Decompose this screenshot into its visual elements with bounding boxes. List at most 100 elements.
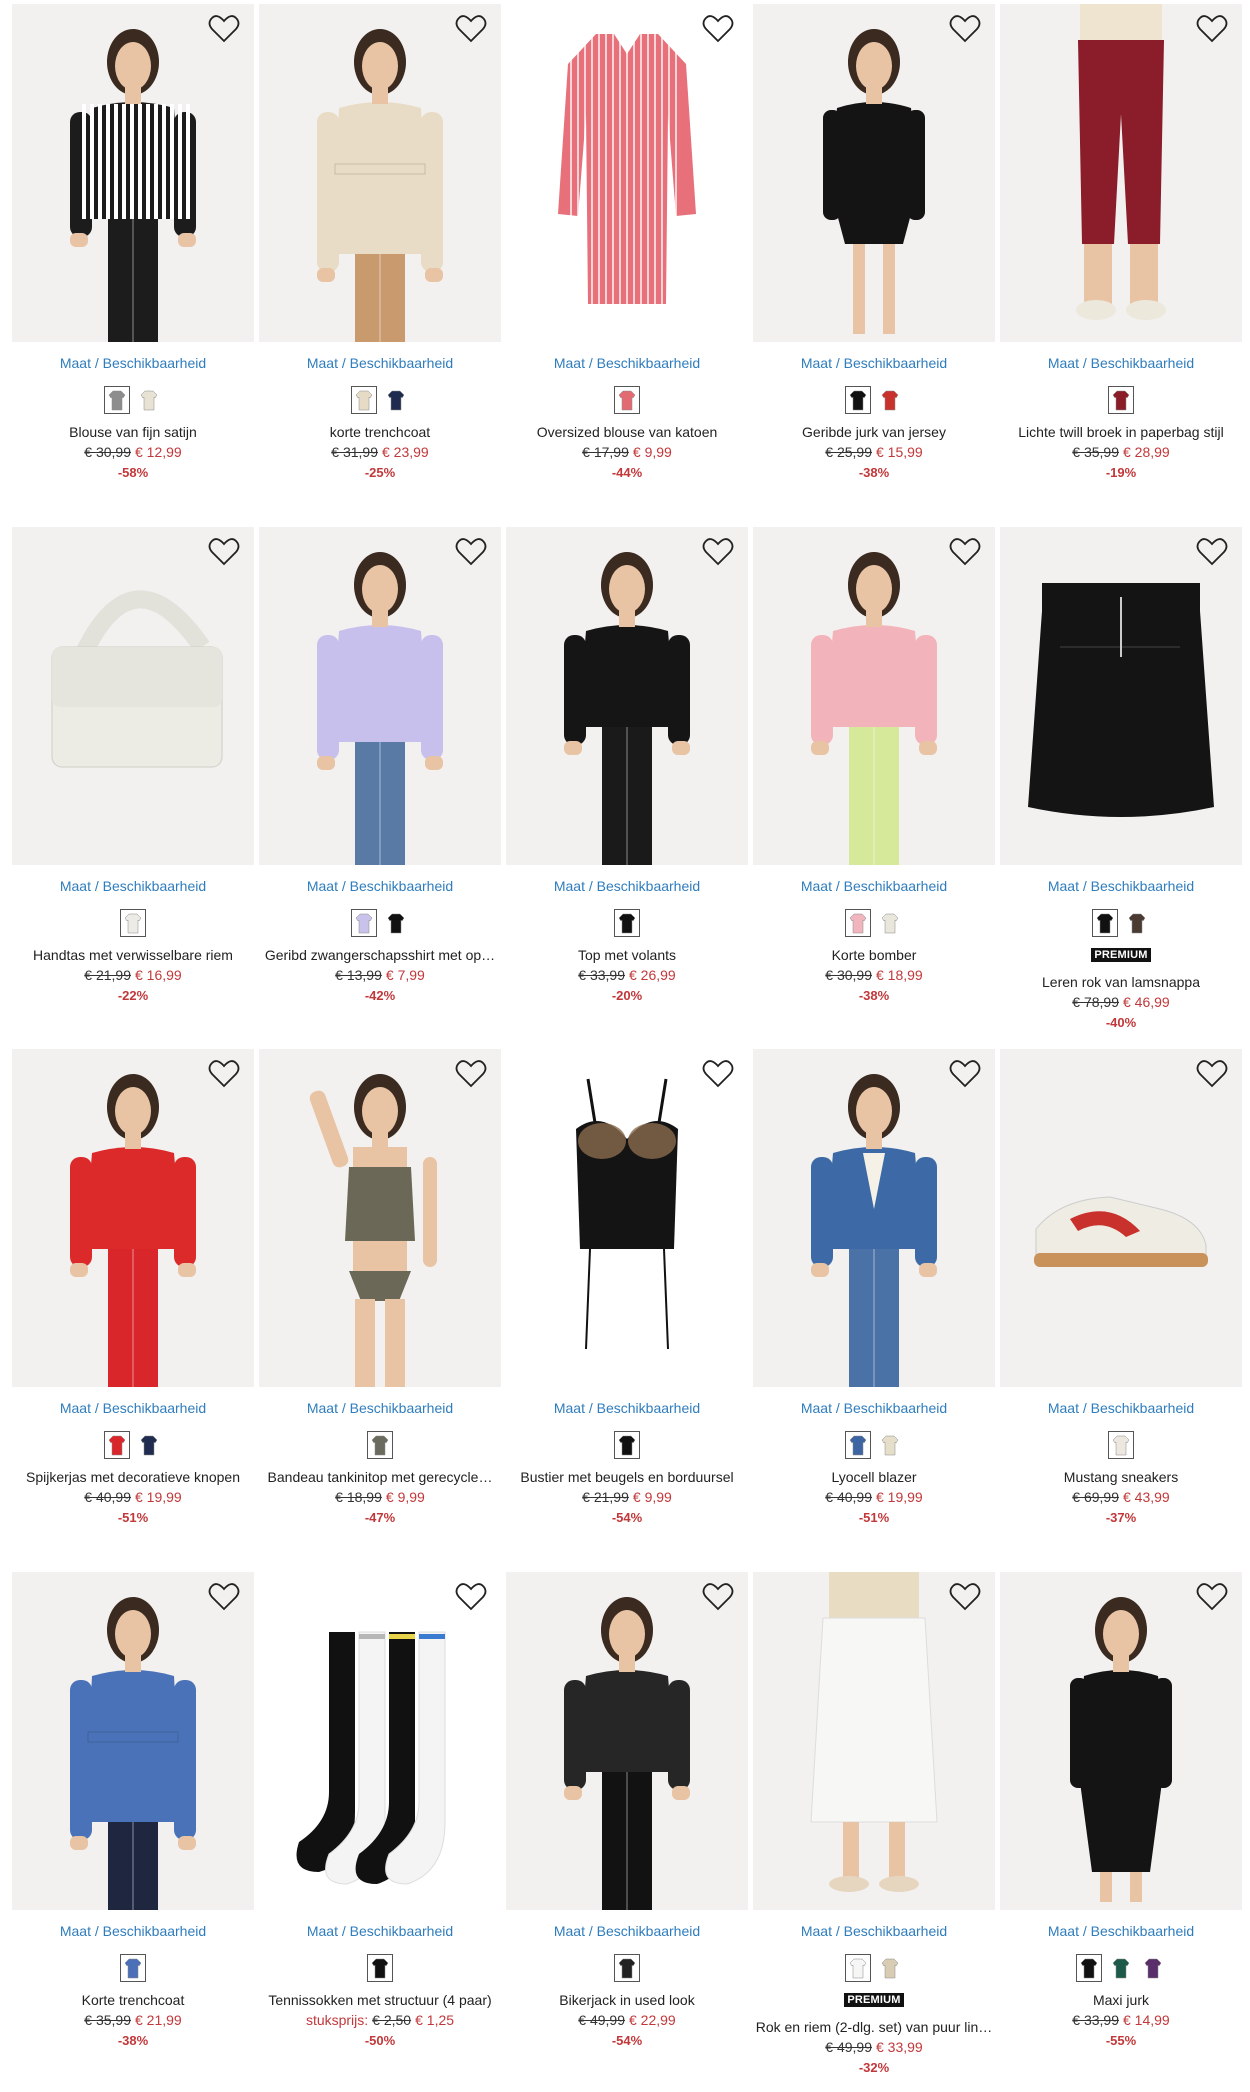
product-name[interactable]: Geribde jurk van jersey bbox=[755, 424, 993, 440]
product-image[interactable] bbox=[506, 1049, 748, 1388]
product-card[interactable]: Maat / Beschikbaarheid PREMIUM Rok en ri… bbox=[753, 1571, 995, 2092]
wishlist-heart-icon[interactable] bbox=[702, 1059, 734, 1089]
product-image[interactable] bbox=[753, 1049, 995, 1388]
product-card[interactable]: Maat / Beschikbaarheid korte trenchcoat … bbox=[259, 3, 501, 524]
product-card[interactable]: Maat / Beschikbaarheid Lyocell blazer € … bbox=[753, 1049, 995, 1569]
product-name[interactable]: Leren rok van lamsnappa bbox=[1002, 974, 1240, 990]
product-image[interactable] bbox=[1000, 3, 1242, 342]
product-card[interactable]: Maat / Beschikbaarheid Bustier met beuge… bbox=[506, 1049, 748, 1569]
color-swatch[interactable] bbox=[1108, 1431, 1134, 1460]
wishlist-heart-icon[interactable] bbox=[949, 1059, 981, 1089]
wishlist-heart-icon[interactable] bbox=[1196, 14, 1228, 44]
product-image[interactable] bbox=[1000, 1571, 1242, 1910]
wishlist-heart-icon[interactable] bbox=[455, 537, 487, 567]
color-swatch[interactable] bbox=[1140, 1953, 1166, 1982]
product-card[interactable]: Maat / Beschikbaarheid Maxi jurk € 33,99… bbox=[1000, 1571, 1242, 2092]
size-availability-link[interactable]: Maat / Beschikbaarheid bbox=[753, 878, 995, 894]
wishlist-heart-icon[interactable] bbox=[1196, 1059, 1228, 1089]
size-availability-link[interactable]: Maat / Beschikbaarheid bbox=[1000, 355, 1242, 371]
product-card[interactable]: Maat / Beschikbaarheid Geribd zwangersch… bbox=[259, 526, 501, 1047]
color-swatch[interactable] bbox=[367, 1431, 393, 1460]
product-image[interactable] bbox=[506, 1571, 748, 1910]
product-image[interactable] bbox=[12, 1571, 254, 1910]
product-name[interactable]: Rok en riem (2-dlg. set) van puur lin… bbox=[755, 2019, 993, 2035]
size-availability-link[interactable]: Maat / Beschikbaarheid bbox=[506, 355, 748, 371]
product-card[interactable]: Maat / Beschikbaarheid Handtas met verwi… bbox=[12, 526, 254, 1047]
color-swatch[interactable] bbox=[614, 385, 640, 414]
size-availability-link[interactable]: Maat / Beschikbaarheid bbox=[1000, 1400, 1242, 1416]
product-name[interactable]: Korte bomber bbox=[755, 947, 993, 963]
product-name[interactable]: Geribd zwangerschapsshirt met op… bbox=[261, 947, 499, 963]
size-availability-link[interactable]: Maat / Beschikbaarheid bbox=[259, 355, 501, 371]
product-image[interactable] bbox=[259, 526, 501, 865]
wishlist-heart-icon[interactable] bbox=[949, 14, 981, 44]
color-swatch[interactable] bbox=[383, 908, 409, 937]
color-swatch[interactable] bbox=[1124, 908, 1150, 937]
color-swatch[interactable] bbox=[614, 1431, 640, 1460]
product-name[interactable]: Tennissokken met structuur (4 paar) bbox=[261, 1992, 499, 2008]
color-swatch[interactable] bbox=[383, 385, 409, 414]
product-card[interactable]: Maat / Beschikbaarheid Blouse van fijn s… bbox=[12, 3, 254, 524]
product-card[interactable]: Maat / Beschikbaarheid Korte bomber € 30… bbox=[753, 526, 995, 1047]
size-availability-link[interactable]: Maat / Beschikbaarheid bbox=[259, 1400, 501, 1416]
product-name[interactable]: Bikerjack in used look bbox=[508, 1992, 746, 2008]
product-name[interactable]: Bustier met beugels en borduursel bbox=[508, 1469, 746, 1485]
wishlist-heart-icon[interactable] bbox=[702, 14, 734, 44]
product-image[interactable] bbox=[1000, 1049, 1242, 1388]
color-swatch[interactable] bbox=[1108, 385, 1134, 414]
color-swatch[interactable] bbox=[1092, 908, 1118, 937]
wishlist-heart-icon[interactable] bbox=[208, 14, 240, 44]
color-swatch[interactable] bbox=[104, 385, 130, 414]
product-image[interactable] bbox=[12, 3, 254, 342]
wishlist-heart-icon[interactable] bbox=[702, 537, 734, 567]
wishlist-heart-icon[interactable] bbox=[949, 537, 981, 567]
product-card[interactable]: Maat / Beschikbaarheid Oversized blouse … bbox=[506, 3, 748, 524]
color-swatch[interactable] bbox=[136, 1431, 162, 1460]
color-swatch[interactable] bbox=[120, 908, 146, 937]
product-image[interactable] bbox=[259, 3, 501, 342]
wishlist-heart-icon[interactable] bbox=[1196, 537, 1228, 567]
product-image[interactable] bbox=[506, 526, 748, 865]
size-availability-link[interactable]: Maat / Beschikbaarheid bbox=[1000, 1923, 1242, 1939]
product-name[interactable]: Handtas met verwisselbare riem bbox=[14, 947, 252, 963]
product-card[interactable]: Maat / Beschikbaarheid Geribde jurk van … bbox=[753, 3, 995, 524]
product-image[interactable] bbox=[12, 1049, 254, 1388]
product-image[interactable] bbox=[259, 1049, 501, 1388]
product-image[interactable] bbox=[259, 1571, 501, 1910]
size-availability-link[interactable]: Maat / Beschikbaarheid bbox=[506, 878, 748, 894]
color-swatch[interactable] bbox=[351, 385, 377, 414]
color-swatch[interactable] bbox=[367, 1953, 393, 1982]
product-card[interactable]: Maat / Beschikbaarheid Spijkerjas met de… bbox=[12, 1049, 254, 1569]
product-image[interactable] bbox=[753, 1571, 995, 1910]
product-card[interactable]: Maat / Beschikbaarheid PREMIUM Leren rok… bbox=[1000, 526, 1242, 1047]
color-swatch[interactable] bbox=[1076, 1953, 1102, 1982]
product-image[interactable] bbox=[12, 526, 254, 865]
product-name[interactable]: Oversized blouse van katoen bbox=[508, 424, 746, 440]
product-name[interactable]: Spijkerjas met decoratieve knopen bbox=[14, 1469, 252, 1485]
product-name[interactable]: Mustang sneakers bbox=[1002, 1469, 1240, 1485]
color-swatch[interactable] bbox=[614, 908, 640, 937]
color-swatch[interactable] bbox=[877, 385, 903, 414]
product-name[interactable]: Korte trenchcoat bbox=[14, 1992, 252, 2008]
color-swatch[interactable] bbox=[1108, 1953, 1134, 1982]
wishlist-heart-icon[interactable] bbox=[208, 1582, 240, 1612]
wishlist-heart-icon[interactable] bbox=[208, 537, 240, 567]
wishlist-heart-icon[interactable] bbox=[1196, 1582, 1228, 1612]
product-name[interactable]: Top met volants bbox=[508, 947, 746, 963]
size-availability-link[interactable]: Maat / Beschikbaarheid bbox=[506, 1923, 748, 1939]
product-image[interactable] bbox=[753, 526, 995, 865]
product-card[interactable]: Maat / Beschikbaarheid Bikerjack in used… bbox=[506, 1571, 748, 2092]
color-swatch[interactable] bbox=[136, 385, 162, 414]
product-image[interactable] bbox=[753, 3, 995, 342]
color-swatch[interactable] bbox=[845, 385, 871, 414]
product-image[interactable] bbox=[506, 3, 748, 342]
size-availability-link[interactable]: Maat / Beschikbaarheid bbox=[12, 355, 254, 371]
wishlist-heart-icon[interactable] bbox=[949, 1582, 981, 1612]
product-name[interactable]: korte trenchcoat bbox=[261, 424, 499, 440]
product-name[interactable]: Lyocell blazer bbox=[755, 1469, 993, 1485]
color-swatch[interactable] bbox=[845, 1953, 871, 1982]
product-card[interactable]: Maat / Beschikbaarheid Bandeau tankinito… bbox=[259, 1049, 501, 1569]
size-availability-link[interactable]: Maat / Beschikbaarheid bbox=[1000, 878, 1242, 894]
size-availability-link[interactable]: Maat / Beschikbaarheid bbox=[506, 1400, 748, 1416]
product-name[interactable]: Blouse van fijn satijn bbox=[14, 424, 252, 440]
